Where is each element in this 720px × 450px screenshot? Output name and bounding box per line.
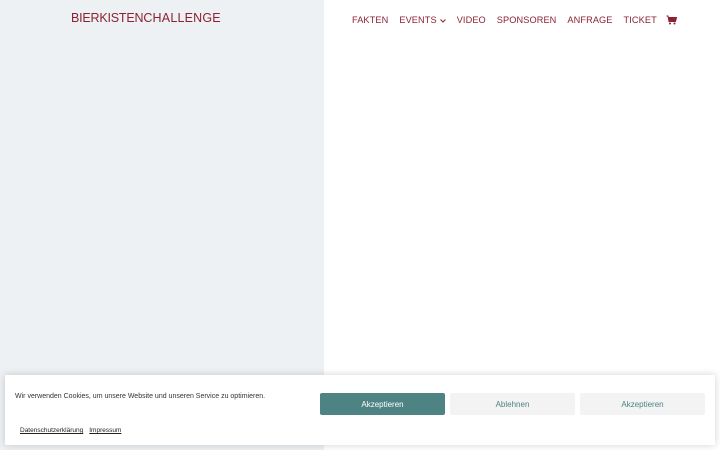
- nav-item-label: TICKET: [623, 15, 657, 25]
- cookie-banner: Wir verwenden Cookies, um unsere Website…: [5, 375, 715, 445]
- accept-preferences-button[interactable]: Akzeptieren: [580, 393, 705, 415]
- nav-item-label: EVENTS: [399, 15, 437, 25]
- logo-text-thin: CHALLENGE: [143, 11, 221, 25]
- nav-item-label: ANFRAGE: [567, 15, 613, 25]
- logo-text-bold: BIERKISTEN: [71, 11, 144, 25]
- nav-item-label: SPONSOREN: [496, 15, 557, 25]
- cookie-message: Wir verwenden Cookies, um unsere Website…: [15, 393, 266, 400]
- deny-cookies-button[interactable]: Ablehnen: [450, 393, 575, 415]
- nav-item-anfrage[interactable]: ANFRAGE: [567, 15, 612, 25]
- chevron-down-icon: [439, 18, 446, 25]
- nav-item-label: VIDEO: [456, 15, 486, 25]
- accept-cookies-button[interactable]: Akzeptieren: [320, 393, 445, 415]
- nav-item-events[interactable]: EVENTS: [399, 15, 446, 25]
- privacy-policy-link[interactable]: Datenschutzerklärung: [20, 427, 83, 434]
- nav-item-fakten[interactable]: FAKTEN: [352, 15, 388, 25]
- cookie-links: Datenschutzerklärung Impressum: [20, 427, 121, 434]
- main-nav: FAKTEN EVENTS VIDEO SPONSOREN ANFRAGE TI…: [352, 15, 677, 25]
- nav-item-video[interactable]: VIDEO: [457, 15, 486, 25]
- cart-icon[interactable]: [666, 15, 677, 25]
- imprint-link[interactable]: Impressum: [89, 427, 121, 434]
- nav-item-ticket[interactable]: TICKET: [624, 15, 657, 25]
- site-logo[interactable]: BIERKISTENCHALLENGE: [71, 11, 221, 25]
- nav-item-sponsoren[interactable]: SPONSOREN: [497, 15, 557, 25]
- nav-item-label: FAKTEN: [352, 15, 389, 25]
